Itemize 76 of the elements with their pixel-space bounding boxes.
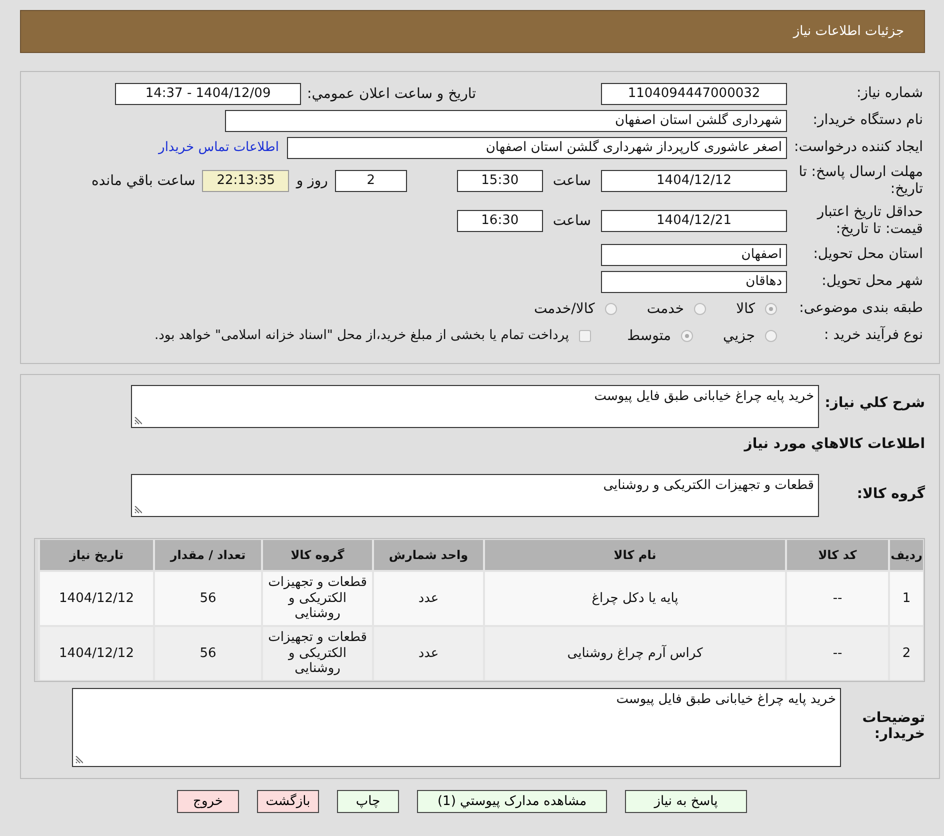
province-field: اصفهان [601, 244, 787, 266]
validity-date-field: 1404/12/21 [601, 210, 787, 232]
column-header: کد کالا [785, 540, 888, 570]
field-label: نوع فرآیند خرید : [823, 326, 923, 344]
table-cell: قطعات و تجهیزات الکتریکی و روشنایی [261, 570, 372, 625]
section-title: اطلاعات کالاهاي مورد نیاز [742, 435, 926, 454]
column-header: واحد شمارش [372, 540, 483, 570]
checkbox-label: پرداخت تمام یا بخشی از مبلغ خرید،از محل "اسناد خزانه اسلامی" خواهد بود. [154, 328, 570, 343]
table-cell: 1404/12/12 [38, 625, 153, 680]
radio-label: کالا [736, 300, 755, 316]
radio-button[interactable] [694, 302, 706, 314]
field-label: حداقل تاریخ اعتبار قیمت: تا تاریخ: [816, 204, 923, 238]
table-cell: 1404/12/12 [38, 570, 153, 625]
column-header: ردیف [888, 540, 923, 570]
field-label: گروه کالا: [856, 484, 925, 502]
field-label: ایجاد کننده درخواست: [793, 138, 923, 156]
table-cell: -- [785, 570, 888, 625]
field-label: طبقه بندی موضوعی: [798, 300, 923, 318]
action-button[interactable]: خروج [177, 790, 239, 813]
field-label: شهر محل تحویل: [820, 272, 923, 290]
notes-text: خرید پایه چراغ خیابانی طبق فایل پیوست [616, 692, 836, 707]
table-cell: 56 [153, 570, 261, 625]
action-button[interactable]: بازگشت [257, 790, 319, 813]
field-label: ساعت باقي مانده [92, 173, 196, 189]
resize-grip-icon [75, 756, 83, 764]
table-cell: کراس آرم چراغ روشنایی [483, 625, 785, 680]
field-label: ساعت [552, 173, 591, 189]
page-title: جزئیات اطلاعات نیاز [793, 24, 904, 39]
column-header: تاریخ نیاز [38, 540, 153, 570]
radio-label: جزيي [723, 328, 755, 344]
resize-grip-icon [134, 417, 142, 425]
creator-field: اصغر عاشوری کارپرداز شهرداری گلشن استان اصفهان [287, 136, 787, 158]
field-label: نام دستگاه خریدار: [812, 112, 923, 130]
buyer-contact-link[interactable]: اطلاعات تماس خریدار [158, 140, 279, 155]
column-header: تعداد / مقدار [153, 540, 261, 570]
radio-button[interactable] [681, 330, 694, 342]
action-button[interactable]: پاسخ به نیاز [625, 790, 747, 813]
field-label: مهلت ارسال پاسخ: تا تاریخ: [798, 164, 923, 198]
days-field: 2 [334, 170, 407, 192]
deadline-date-field: 1404/12/12 [601, 170, 787, 192]
field-label: شماره نیاز: [856, 84, 923, 102]
radio-button[interactable] [604, 302, 617, 314]
table-cell: عدد [372, 570, 483, 625]
table-cell: 1 [888, 570, 923, 625]
radio-label: متوسط [627, 328, 672, 344]
field-label: شرح کلي نیاز: [824, 394, 925, 411]
radio-button[interactable] [765, 302, 777, 314]
action-button[interactable]: مشاهده مدارک پیوستي (1) [417, 790, 607, 813]
table-cell: 2 [888, 625, 923, 680]
action-button[interactable]: چاپ [337, 790, 399, 813]
buyer-name-field: شهرداری گلشن استان اصفهان [225, 110, 787, 132]
remaining-time-field: 22:13:35 [202, 170, 290, 192]
field-label: استان محل تحویل: [812, 246, 923, 264]
field-label: توضیحات خریدار: [861, 709, 925, 742]
column-header: گروه کالا [261, 540, 372, 570]
table-cell: پایه یا دکل چراغ [483, 570, 785, 625]
deadline-time-field: 15:30 [456, 170, 543, 192]
column-header: نام کالا [483, 540, 785, 570]
radio-button[interactable] [765, 330, 777, 342]
validity-time-field: 16:30 [456, 210, 543, 232]
field-label: تاریخ و ساعت اعلان عمومي: [307, 86, 476, 102]
radio-label: کالا/خدمت [534, 300, 595, 316]
resize-grip-icon [134, 506, 142, 514]
table-cell: -- [785, 625, 888, 680]
table-cell: 56 [153, 625, 261, 680]
radio-label: خدمت [646, 300, 684, 316]
table-cell: قطعات و تجهیزات الکتریکی و روشنایی [261, 625, 372, 680]
field-label: ساعت [552, 213, 591, 229]
announce-date-field: 1404/12/09 - 14:37 [115, 82, 302, 104]
table-cell: عدد [372, 625, 483, 680]
city-field: دهاقان [601, 270, 787, 292]
checkbox[interactable] [579, 330, 592, 342]
need-number-field: 1104094447000032 [601, 82, 787, 104]
field-label: روز و [296, 173, 328, 189]
summary-text: خرید پایه چراغ خیابانی طبق فایل پیوست [594, 389, 814, 404]
goods-group-text: قطعات و تجهیزات الکتریکی و روشنایی [603, 478, 814, 493]
